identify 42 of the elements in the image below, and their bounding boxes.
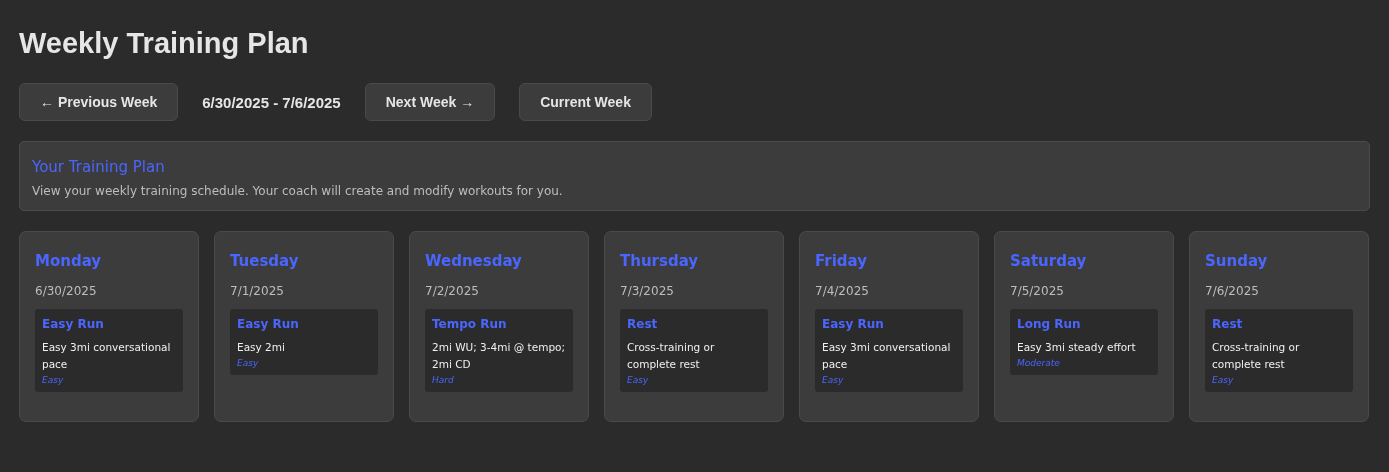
intensity-label: Easy <box>237 358 260 368</box>
day-date: 6/30/2025 <box>35 284 98 298</box>
day-name: Tuesday <box>230 252 300 270</box>
day-date: 7/3/2025 <box>620 284 675 298</box>
next-week-button[interactable]: Next Week → <box>364 83 496 121</box>
workout-description: 2mi WU; 3-4mi @ tempo; 2mi CD <box>432 340 566 372</box>
day-name: Thursday <box>620 252 700 270</box>
day-name: Monday <box>35 252 103 270</box>
intensity-label: Easy <box>822 375 845 385</box>
workout-description: Cross-training or complete rest <box>1212 340 1301 372</box>
current-week-button[interactable]: Current Week <box>519 83 652 121</box>
day-name: Wednesday <box>425 252 523 270</box>
info-heading: Your Training Plan <box>32 158 166 176</box>
workout-type: Rest <box>627 317 659 331</box>
workout-type: Easy Run <box>237 317 300 331</box>
workout-description: Easy 3mi steady effort <box>1017 340 1137 355</box>
intensity-label: Easy <box>42 375 65 385</box>
workout-type: Tempo Run <box>432 317 508 331</box>
workout-description: Cross-training or complete rest <box>627 340 716 372</box>
day-name: Sunday <box>1205 252 1269 270</box>
date-range: 6/30/2025 - 7/6/2025 <box>202 93 341 111</box>
info-text: View your weekly training schedule. Your coach will create and modify workouts for you. <box>32 184 564 198</box>
day-date: 7/6/2025 <box>1205 284 1260 298</box>
workout-type: Easy Run <box>42 317 105 331</box>
workout-type: Easy Run <box>822 317 885 331</box>
workout-description: Easy 3mi conversational pace <box>42 340 172 372</box>
intensity-label: Moderate <box>1017 358 1061 368</box>
workout-description: Easy 3mi conversational pace <box>822 340 952 372</box>
day-date: 7/4/2025 <box>815 284 870 298</box>
intensity-label: Hard <box>432 375 455 385</box>
previous-week-button[interactable]: ← Previous Week <box>19 83 179 121</box>
workout-type: Rest <box>1212 317 1244 331</box>
page-title: Weekly Training Plan <box>19 27 310 60</box>
day-date: 7/2/2025 <box>425 284 480 298</box>
intensity-label: Easy <box>627 375 650 385</box>
day-name: Friday <box>815 252 868 270</box>
intensity-label: Easy <box>1212 375 1235 385</box>
day-date: 7/5/2025 <box>1010 284 1065 298</box>
day-date: 7/1/2025 <box>230 284 285 298</box>
day-name: Saturday <box>1010 252 1088 270</box>
workout-description: Easy 2mi <box>237 340 286 355</box>
workout-type: Long Run <box>1017 317 1082 331</box>
